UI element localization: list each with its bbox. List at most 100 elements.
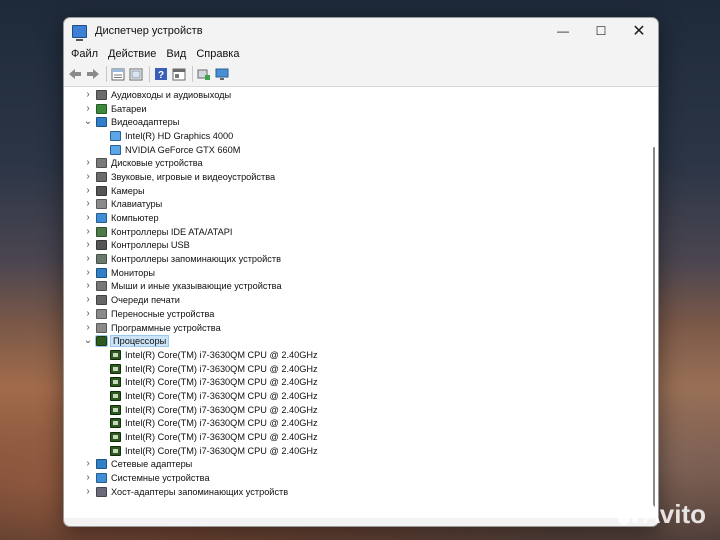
tree-item-label: Звуковые, игровые и видеоустройства [111,171,276,182]
avito-watermark: Avito [617,499,706,530]
device-row[interactable]: Intel(R) Core(TM) i7-3630QM CPU @ 2.40GH… [64,444,650,458]
device-tree: › Аудиовходы и аудиовыходы › Батареи ⌄ Видеоа… [64,88,650,499]
processor-icon [95,335,108,348]
toolbar-separator [149,66,150,82]
tree-item-label: Intel(R) Core(TM) i7-3630QM CPU @ 2.40GH… [125,349,318,360]
chevron-right-icon[interactable]: › [82,459,94,469]
device-row[interactable]: Intel(R) HD Graphics 4000 [64,129,650,143]
vertical-scrollbar[interactable] [653,147,655,507]
chevron-right-icon[interactable]: › [82,322,94,333]
device-row[interactable]: Intel(R) Core(TM) i7-3630QM CPU @ 2.40GH… [64,375,650,389]
software-device-icon [96,322,107,333]
chevron-right-icon[interactable]: › [82,213,94,223]
battery-icon [96,103,107,114]
chevron-right-icon[interactable]: › [82,89,94,100]
network-adapter-icon [96,459,107,470]
chevron-right-icon[interactable]: › [82,308,94,319]
device-category-row[interactable]: › Хост-адаптеры запоминающих устройств [64,485,650,499]
chevron-down-icon[interactable]: ⌄ [82,117,94,127]
device-category-row[interactable]: › Компьютер [64,211,650,225]
cpu-icon [110,445,121,456]
device-row[interactable]: Intel(R) Core(TM) i7-3630QM CPU @ 2.40GH… [64,403,650,417]
properties-icon[interactable] [110,67,125,82]
show-hidden-icon[interactable] [128,67,143,82]
device-category-row[interactable]: › Аудиовходы и аудиовыходы [64,88,650,102]
title-bar[interactable]: Диспетчер устройств — ☐ ✕ [64,18,658,44]
tree-item-label: Дисковые устройства [111,158,203,169]
menu-help[interactable]: Справка [191,48,244,60]
tree-item-label: Мониторы [111,267,155,278]
computer-icon [96,213,107,224]
device-category-row[interactable]: › Мониторы [64,266,650,280]
tree-item-label: Контроллеры запоминающих устройств [111,254,281,265]
cpu-icon [110,390,121,401]
device-category-row[interactable]: › Контроллеры USB [64,239,650,253]
device-row[interactable]: NVIDIA GeForce GTX 660M [64,143,650,157]
back-arrow-icon[interactable] [67,67,82,82]
device-category-row[interactable]: › Дисковые устройства [64,156,650,170]
device-row[interactable]: Intel(R) Core(TM) i7-3630QM CPU @ 2.40GH… [64,348,650,362]
cpu-icon [110,432,121,443]
gpu-icon [110,144,121,155]
device-tree-panel: › Аудиовходы и аудиовыходы › Батареи ⌄ Видеоа… [64,86,658,518]
device-category-row[interactable]: › Системные устройства [64,471,650,485]
device-category-row[interactable]: › Клавиатуры [64,198,650,212]
device-category-row[interactable]: › Мыши и иные указывающие устройства [64,280,650,294]
update-driver-icon[interactable] [196,67,211,82]
avito-logo-icon [617,504,640,526]
minimize-button[interactable]: — [544,18,582,44]
tree-item-label: Очереди печати [111,295,180,306]
tree-item-label: Аудиовходы и аудиовыходы [111,89,232,100]
device-category-row[interactable]: › Программные устройства [64,321,650,335]
close-button[interactable]: ✕ [620,18,658,44]
chevron-right-icon[interactable]: › [82,158,94,168]
chevron-right-icon[interactable]: › [82,103,94,114]
chevron-right-icon[interactable]: › [82,267,94,278]
monitor-icon[interactable] [214,67,229,82]
menu-action[interactable]: Действие [103,48,161,60]
chevron-right-icon[interactable]: › [82,281,94,291]
forward-arrow-icon[interactable] [85,67,100,82]
chevron-right-icon[interactable]: › [82,185,94,196]
chevron-right-icon[interactable]: › [82,254,94,264]
chevron-down-icon[interactable]: ⌄ [82,336,94,346]
tree-item-label: Процессоры [109,335,170,348]
device-row[interactable]: Intel(R) Core(TM) i7-3630QM CPU @ 2.40GH… [64,417,650,431]
tree-item-label: Intel(R) Core(TM) i7-3630QM CPU @ 2.40GH… [125,418,318,429]
device-row[interactable]: Intel(R) Core(TM) i7-3630QM CPU @ 2.40GH… [64,389,650,403]
tree-item-label: Мыши и иные указывающие устройства [111,281,282,292]
maximize-button[interactable]: ☐ [582,18,620,44]
device-category-row[interactable]: › Контроллеры IDE ATA/ATAPI [64,225,650,239]
printer-icon [96,295,107,306]
tree-item-label: Сетевые адаптеры [111,459,193,470]
device-category-row[interactable]: › Переносные устройства [64,307,650,321]
toolbar-separator [192,66,193,82]
chevron-right-icon[interactable]: › [82,240,94,250]
keyboard-icon [96,199,107,210]
device-category-row[interactable]: › Батареи [64,102,650,116]
device-category-row[interactable]: › Контроллеры запоминающих устройств [64,252,650,266]
device-manager-app-icon [72,24,87,41]
watermark-text: Avito [641,499,706,529]
chevron-right-icon[interactable]: › [82,171,94,182]
device-category-row[interactable]: › Звуковые, игровые и видеоустройства [64,170,650,184]
device-category-row[interactable]: ⌄ Процессоры [64,334,650,348]
tree-item-label: Батареи [111,103,147,114]
chevron-right-icon[interactable]: › [82,295,94,305]
view-icon[interactable] [171,67,186,82]
usb-icon [96,240,107,251]
device-category-row[interactable]: ⌄ Видеоадаптеры [64,115,650,129]
device-category-row[interactable]: › Сетевые адаптеры [64,458,650,472]
device-row[interactable]: Intel(R) Core(TM) i7-3630QM CPU @ 2.40GH… [64,430,650,444]
chevron-right-icon[interactable]: › [82,226,94,237]
device-category-row[interactable]: › Камеры [64,184,650,198]
menu-view[interactable]: Вид [161,48,191,60]
device-row[interactable]: Intel(R) Core(TM) i7-3630QM CPU @ 2.40GH… [64,362,650,376]
chevron-right-icon[interactable]: › [82,486,94,497]
chevron-right-icon[interactable]: › [82,473,94,483]
help-icon[interactable]: ? [153,67,168,82]
chevron-right-icon[interactable]: › [82,199,94,209]
menu-file[interactable]: Файл [66,48,103,60]
device-category-row[interactable]: › Очереди печати [64,293,650,307]
storage-host-adapter-icon [96,486,107,497]
